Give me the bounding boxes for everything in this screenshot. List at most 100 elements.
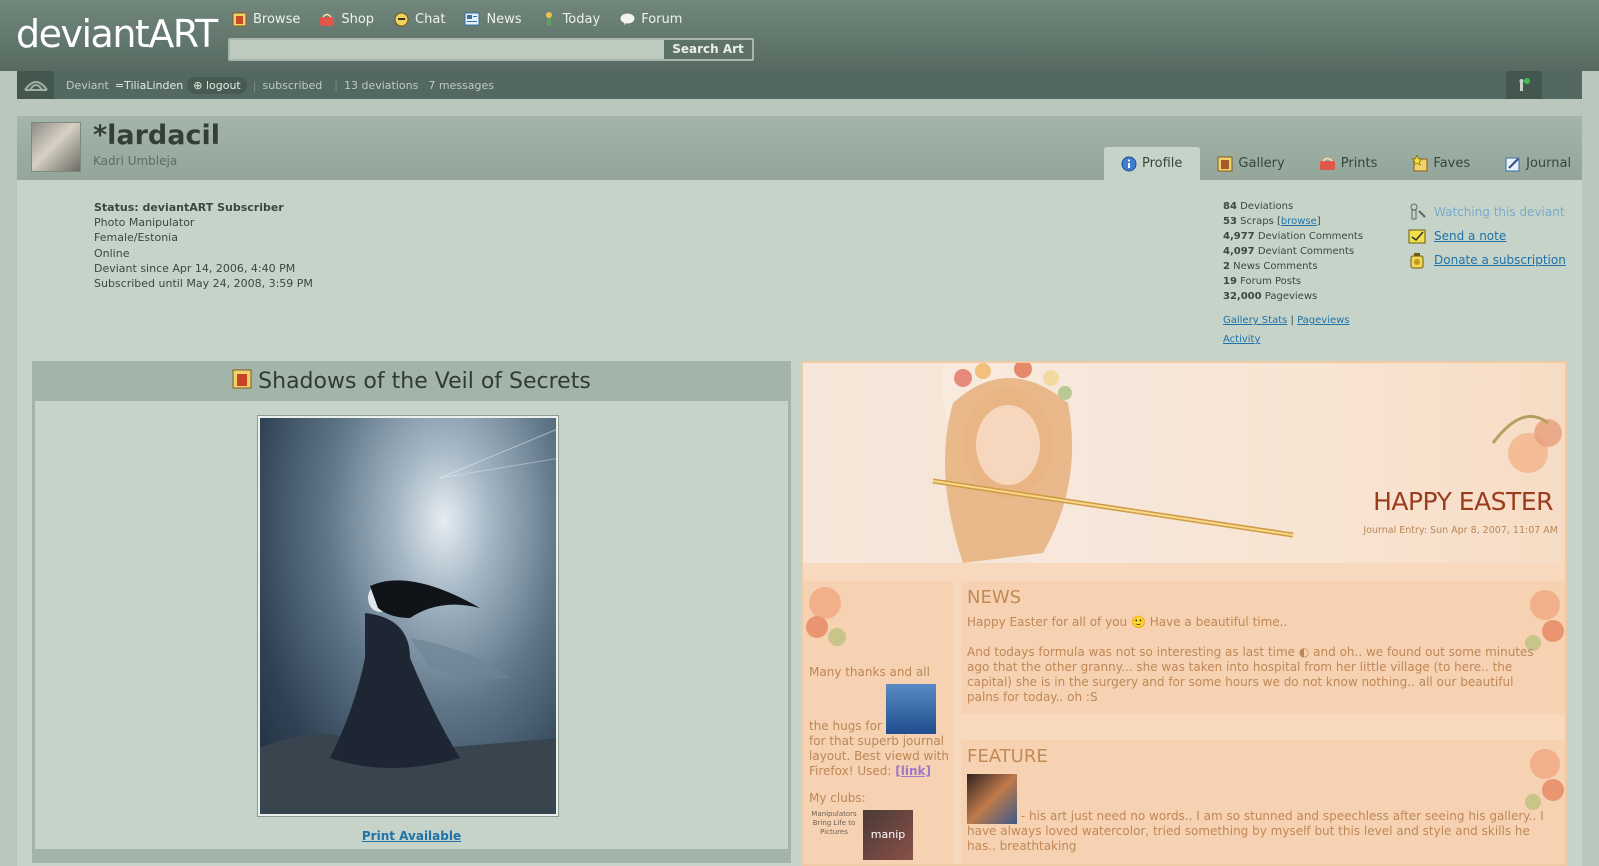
profile-tabs: Profile Gallery Prints Faves Journal	[1104, 147, 1589, 180]
tab-faves[interactable]: Faves	[1395, 147, 1488, 180]
tab-prints[interactable]: Prints	[1303, 147, 1396, 180]
stat-forum-posts: 19 Forum Posts	[1223, 274, 1363, 289]
da-home-icon[interactable]	[17, 71, 54, 99]
profile-stats: 84 Deviations 53 Scraps [browse] 4,977 D…	[1223, 199, 1363, 349]
deviations-count[interactable]: 13 deviations	[344, 79, 418, 92]
profile-header: *lardacil Kadri Umbleja Profile Gallery …	[17, 116, 1582, 180]
journal-icon	[1504, 155, 1521, 172]
nav-news[interactable]: News	[464, 11, 522, 27]
profile-username: *lardacil	[93, 120, 220, 151]
thanks-row: the hugs for	[809, 684, 949, 734]
thanks-text-3: for that superb journal layout. Best vie…	[809, 734, 949, 779]
info-icon	[1120, 155, 1137, 172]
featured-deviation-panel: Shadows of the Veil of Secrets Print Ava…	[32, 361, 791, 863]
thanks-text-2: the hugs for	[809, 719, 882, 733]
journal-entry: HAPPY EASTER Journal Entry: Sun Apr 8, 2…	[801, 361, 1567, 866]
nav-forum[interactable]: Forum	[619, 11, 682, 27]
tab-profile[interactable]: Profile	[1104, 147, 1201, 180]
deviantart-logo[interactable]: deviantART	[16, 12, 218, 56]
stat-label: News Comments	[1233, 261, 1318, 272]
top-header: deviantART Browse Shop Chat News Today F…	[0, 0, 1599, 71]
today-icon	[541, 11, 557, 27]
clubs-label: My clubs:	[809, 791, 866, 805]
main-nav: Browse Shop Chat News Today Forum	[231, 11, 701, 27]
featured-artist-avatar[interactable]	[967, 774, 1017, 824]
stat-value: 4,977	[1223, 231, 1255, 242]
gallery-stats-link[interactable]: Gallery Stats	[1223, 315, 1287, 326]
note-icon	[1408, 227, 1426, 245]
activity-link[interactable]: Activity	[1223, 334, 1260, 345]
layout-link[interactable]: [link]	[895, 764, 931, 778]
nav-browse-label: Browse	[253, 11, 301, 27]
tab-journal[interactable]: Journal	[1488, 147, 1589, 180]
tab-gallery[interactable]: Gallery	[1200, 147, 1302, 180]
club-manipthis-icon[interactable]: manip This	[863, 810, 913, 860]
deviation-body: Print Available	[35, 401, 788, 849]
news-text: Have a beautiful time..	[1149, 615, 1288, 629]
send-note[interactable]: Send a note	[1408, 224, 1566, 248]
stat-deviation-comments: 4,977 Deviation Comments	[1223, 229, 1363, 244]
scraps-browse-link[interactable]: browse	[1281, 216, 1317, 227]
nav-shop-label: Shop	[341, 11, 375, 27]
stat-deviant-comments: 4,097 Deviant Comments	[1223, 244, 1363, 259]
send-note-link[interactable]: Send a note	[1434, 229, 1506, 243]
status-line: Subscribed until May 24, 2008, 3:59 PM	[94, 277, 313, 291]
gallery-icon	[232, 369, 252, 393]
donate-subscription[interactable]: Donate a subscription	[1408, 248, 1566, 272]
profile-status: Status: deviantART Subscriber Photo Mani…	[94, 200, 313, 291]
stat-label: Deviation Comments	[1257, 231, 1364, 242]
stat-news-comments: 2 News Comments	[1223, 259, 1363, 274]
tab-faves-label: Faves	[1433, 156, 1471, 171]
gallery-icon	[1216, 155, 1233, 172]
logout-button[interactable]: ⊕ logout	[187, 76, 247, 94]
credit-avatar-icon[interactable]	[885, 684, 936, 734]
journal-sidebar: Many thanks and all the hugs for for tha…	[803, 581, 953, 864]
nav-chat[interactable]: Chat	[393, 11, 445, 27]
stat-label: Deviant Comments	[1257, 246, 1355, 257]
search-art-button[interactable]: Search Art	[664, 40, 752, 59]
tab-journal-label: Journal	[1526, 156, 1572, 171]
stat-value: 84	[1223, 201, 1237, 212]
donate-link[interactable]: Donate a subscription	[1434, 253, 1566, 267]
deviation-title[interactable]: Shadows of the Veil of Secrets	[258, 369, 591, 394]
faves-icon	[1411, 155, 1428, 172]
donate-icon	[1408, 251, 1426, 269]
nav-chat-label: Chat	[415, 11, 446, 27]
nav-forum-label: Forum	[641, 11, 683, 27]
nav-news-label: News	[486, 11, 522, 27]
watch-icon	[1408, 203, 1426, 221]
subscribed-status[interactable]: subscribed	[262, 79, 322, 92]
avatar[interactable]	[31, 122, 81, 172]
search-input[interactable]	[230, 40, 663, 59]
feature-text: - his art just need no words.. I am so s…	[967, 809, 1544, 853]
news-heading: NEWS	[967, 587, 1022, 608]
nav-shop[interactable]: Shop	[319, 11, 374, 27]
logout-icon: ⊕	[193, 78, 203, 92]
tab-gallery-label: Gallery	[1238, 156, 1285, 171]
user-status-bar: Deviant =TiliaLinden ⊕ logout | subscrib…	[17, 71, 1582, 99]
stat-links: Gallery Stats | Pageviews Activity	[1223, 315, 1350, 345]
profile-realname: Kadri Umbleja	[93, 154, 178, 168]
logged-in-user[interactable]: =TiliaLinden	[115, 79, 183, 92]
nav-today[interactable]: Today	[541, 11, 601, 27]
stat-value: 32,000	[1223, 291, 1262, 302]
journal-news-box: NEWS Happy Easter for all of you 🙂 Have …	[961, 581, 1565, 714]
separator: |	[334, 78, 338, 92]
nav-browse[interactable]: Browse	[231, 11, 300, 27]
forum-icon	[619, 11, 636, 27]
deviation-image[interactable]	[258, 416, 558, 816]
feature-heading: FEATURE	[967, 746, 1048, 767]
clubs-row: Manipulators Bring Life to Pictures mani…	[809, 810, 949, 860]
journal-sidebar-text: Many thanks and all the hugs for for tha…	[809, 665, 949, 860]
print-available-link[interactable]: Print Available	[35, 829, 788, 843]
nav-today-label: Today	[562, 11, 601, 27]
separator: |	[252, 78, 257, 92]
shop-icon	[319, 11, 335, 27]
messages-count[interactable]: 7 messages	[428, 79, 494, 92]
watching-deviant[interactable]: Watching this deviant	[1408, 200, 1566, 224]
news-text: Happy Easter for all of you	[967, 615, 1128, 629]
stat-pageviews: 32,000 Pageviews	[1223, 289, 1363, 304]
pageviews-link[interactable]: Pageviews	[1297, 315, 1349, 326]
notification-icon[interactable]	[1506, 71, 1542, 99]
club-manipulators-icon[interactable]: Manipulators Bring Life to Pictures	[809, 810, 859, 860]
